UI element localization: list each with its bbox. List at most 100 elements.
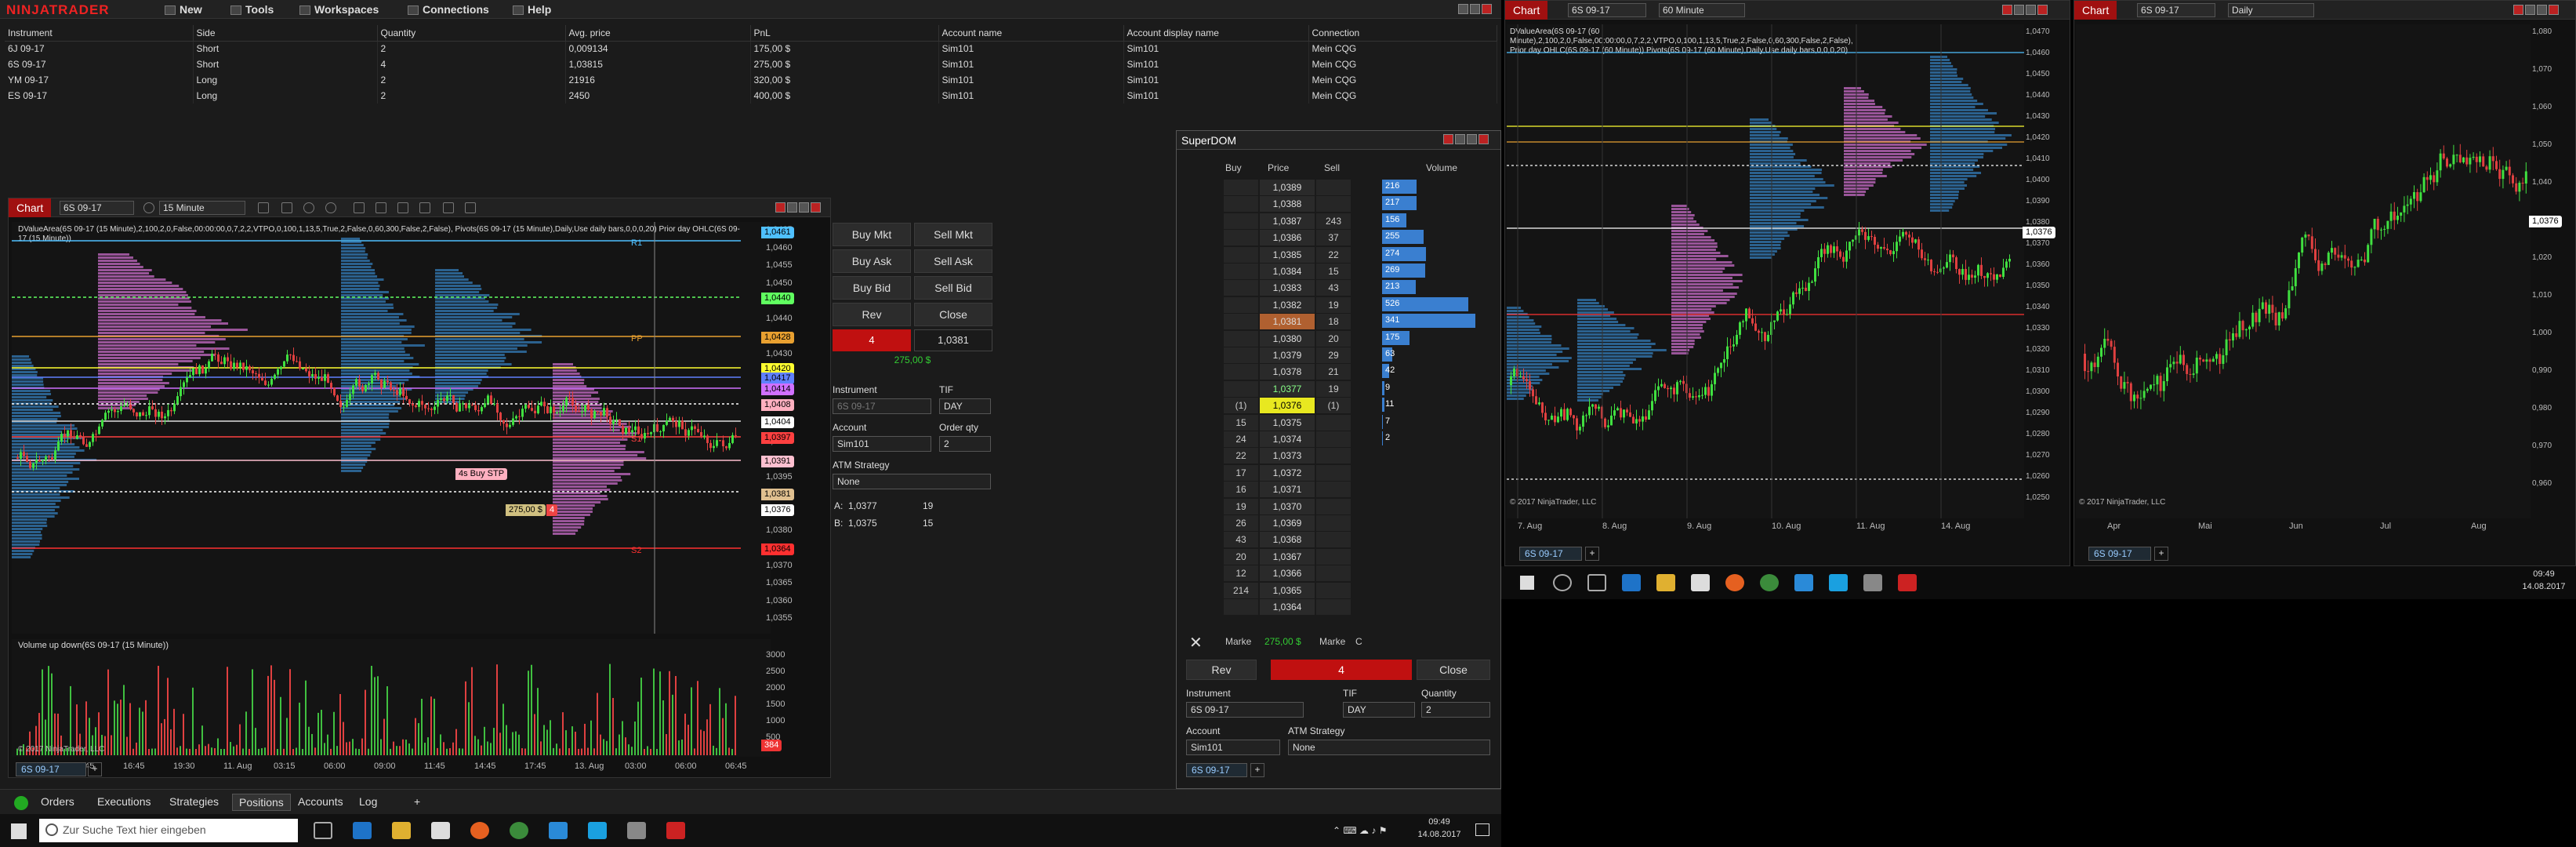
zoom-in-icon[interactable] (303, 202, 314, 213)
dom-sell-cell[interactable] (1316, 532, 1351, 548)
dom-sell-cell[interactable] (1316, 448, 1351, 464)
chart2-add-tab-icon[interactable]: + (1585, 547, 1599, 561)
dom-row[interactable]: 1,0379 29 63 (1177, 347, 1506, 364)
ninjatrader-app-icon[interactable] (666, 822, 685, 839)
dom-buy-cell[interactable] (1224, 196, 1258, 213)
position-row[interactable]: 6S 09-17 Short 4 1,03815 275,00 $ Sim101 Sim10… (5, 56, 1497, 72)
dom-row[interactable]: 1,0380 20 175 (1177, 330, 1506, 347)
dom-sell-cell[interactable]: 19 (1316, 296, 1351, 313)
restore-button[interactable] (1458, 4, 1468, 14)
zoom-out-icon[interactable] (325, 202, 336, 213)
add-tab-button[interactable]: + (414, 795, 420, 808)
crosshair-icon[interactable] (354, 202, 365, 213)
chart3-close-x-icon[interactable] (2513, 5, 2523, 15)
dom-row[interactable]: 26 1,0369 (1177, 515, 1506, 532)
dom-sell-cell[interactable]: 18 (1316, 314, 1351, 330)
dom-price-cell[interactable]: 1,0371 (1260, 482, 1315, 498)
price-level-label[interactable]: 1,0364 (761, 543, 794, 555)
dom-row[interactable]: 19 1,0370 (1177, 498, 1506, 515)
col-side[interactable]: Side (193, 25, 378, 42)
dom-sell-cell[interactable]: (1) (1316, 398, 1351, 414)
market-buy-label[interactable]: Marke (1225, 636, 1251, 647)
chrome-icon[interactable] (1760, 574, 1779, 591)
dom-price-cell[interactable]: 1,0373 (1260, 448, 1315, 464)
dom-row[interactable]: 12 1,0366 (1177, 565, 1506, 582)
dom-row[interactable]: 1,0364 (1177, 599, 1506, 616)
dom-buy-cell[interactable] (1224, 599, 1258, 615)
dom-price-cell[interactable]: 1,0379 (1260, 347, 1315, 363)
chart3-time-axis[interactable]: Apr Mai Jun Jul Aug (2076, 520, 2531, 533)
dom-sell-cell[interactable]: 15 (1316, 264, 1351, 279)
indicators-icon[interactable] (397, 202, 408, 213)
chart-close-x-icon[interactable] (775, 202, 785, 213)
dom-sell-cell[interactable] (1316, 414, 1351, 431)
dom-buy-cell[interactable]: 26 (1224, 515, 1258, 531)
dom-row[interactable]: 1,0377 19 9 (1177, 380, 1506, 398)
buy-market-button[interactable]: Buy Mkt (833, 223, 911, 246)
chart3-minimize-button[interactable] (2525, 5, 2535, 15)
dom-price-cell[interactable]: 1,0366 (1260, 565, 1315, 582)
app-icon[interactable] (627, 822, 646, 839)
dom-price-cell[interactable]: 1,0385 (1260, 246, 1315, 263)
chart-minimize-button[interactable] (787, 202, 797, 213)
dom-buy-cell[interactable] (1224, 364, 1258, 380)
price-level-label[interactable]: 1,0417 (761, 373, 794, 384)
dom-buy-cell[interactable]: 22 (1224, 448, 1258, 464)
dom-sell-cell[interactable] (1316, 482, 1351, 498)
chart2-close-x-icon[interactable] (2002, 5, 2012, 15)
dom-sell-cell[interactable] (1316, 431, 1351, 447)
dom-sell-cell[interactable]: 37 (1316, 230, 1351, 246)
dom-sell-cell[interactable] (1316, 565, 1351, 582)
sell-ask-button[interactable]: Sell Ask (914, 249, 992, 273)
chart3-close-button[interactable] (2549, 5, 2559, 15)
tab-strategies[interactable]: Strategies (169, 795, 219, 808)
tif-select[interactable]: DAY (939, 398, 991, 414)
dom-buy-cell[interactable] (1224, 296, 1258, 313)
chart3-price-panel[interactable]: © 2017 NinjaTrader, LLC (2076, 24, 2531, 518)
app-icon[interactable] (1863, 574, 1882, 591)
edge-icon[interactable] (353, 822, 372, 839)
menu-new[interactable]: New (165, 3, 202, 16)
col-connection[interactable]: Connection (1308, 25, 1497, 42)
dom-buy-cell[interactable]: 43 (1224, 532, 1258, 548)
taskbar2-date[interactable]: 14.08.2017 (2520, 582, 2567, 591)
dom-sell-cell[interactable] (1316, 582, 1351, 598)
account-select[interactable]: Sim101 (833, 436, 931, 452)
dom-row[interactable]: 17 1,0372 (1177, 464, 1506, 482)
dom-buy-cell[interactable] (1224, 330, 1258, 347)
chart2-tab[interactable]: Chart (1505, 1, 1548, 20)
taskbar-date[interactable]: 14.08.2017 (1416, 830, 1463, 839)
atm-strategy-select[interactable]: None (833, 474, 991, 489)
price-level-label[interactable]: 1,0397 (761, 432, 794, 444)
strategies-icon[interactable] (419, 202, 430, 213)
price-level-label[interactable]: 1,0391 (761, 456, 794, 467)
tab-positions[interactable]: Positions (232, 794, 291, 811)
price-panel[interactable]: DValueArea(6S 09-17 (15 Minute),2,100,2,… (12, 222, 771, 634)
dom-price-cell[interactable]: 1,0384 (1260, 264, 1315, 279)
dom-price-cell[interactable]: 1,0368 (1260, 532, 1315, 548)
dom-row[interactable]: 43 1,0368 (1177, 532, 1506, 548)
search-icon[interactable] (143, 202, 154, 213)
superdom-close-x-icon[interactable] (1443, 134, 1453, 144)
dom-sell-cell[interactable] (1316, 180, 1351, 195)
ninjatrader-app-icon[interactable] (1898, 574, 1917, 591)
cortana-icon[interactable] (1553, 574, 1572, 591)
chart3-tab[interactable]: Chart (2074, 1, 2117, 20)
dom-sell-cell[interactable]: 243 (1316, 213, 1351, 229)
superdom-reverse-button[interactable]: Rev (1186, 660, 1257, 680)
chart3-price-axis[interactable]: 1,0801,0701,0601,0501,0401,0301,0201,010… (2529, 24, 2576, 518)
chart3-instrument-select[interactable]: 6S 09-17 (2137, 3, 2215, 17)
volume-panel[interactable]: Volume up down(6S 09-17 (15 Minute)) © 2… (12, 639, 771, 757)
windows-start-icon[interactable] (11, 823, 27, 839)
interval-select[interactable]: 15 Minute (159, 201, 245, 215)
dom-row[interactable]: 20 1,0367 (1177, 548, 1506, 565)
store-icon[interactable] (1691, 574, 1710, 591)
col-avg-price[interactable]: Avg. price (565, 25, 751, 42)
dom-buy-cell[interactable]: 24 (1224, 431, 1258, 447)
store-icon[interactable] (431, 822, 450, 839)
close-button[interactable] (1482, 4, 1492, 14)
price-level-label[interactable]: 1,0404 (761, 416, 794, 428)
superdom-tif-select[interactable]: DAY (1343, 702, 1415, 718)
dom-buy-cell[interactable] (1224, 264, 1258, 279)
dom-row[interactable]: 22 1,0373 (1177, 448, 1506, 464)
